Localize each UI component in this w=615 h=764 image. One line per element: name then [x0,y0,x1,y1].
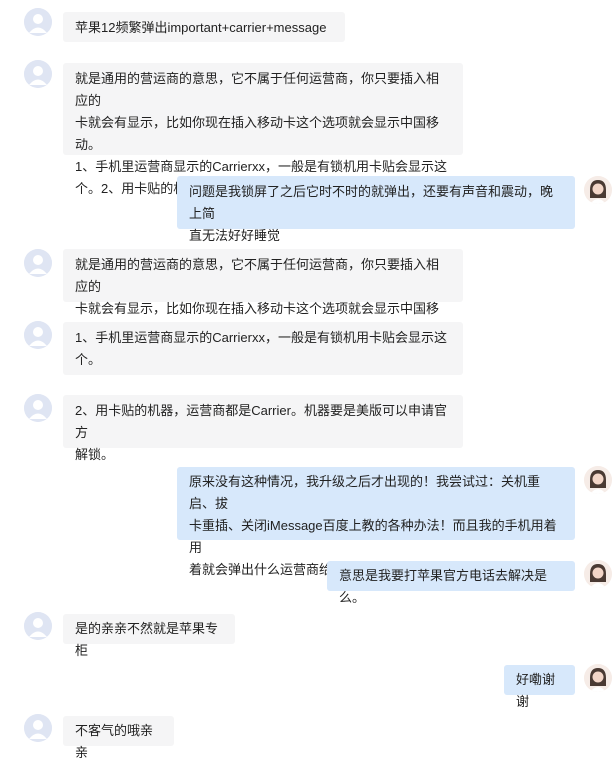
message-line: 原来没有这种情况，我升级之后才出现的！我尝试过：关机重启、拔 [189,474,541,511]
message-text: 是的亲亲不然就是苹果专柜 [75,621,219,658]
message-text: 好嘞谢谢 [516,672,556,709]
message-line: 卡重插、关闭iMessage百度上教的各种办法！而且我的手机用着用 [189,518,557,555]
message-bubble-user: 好嘞谢谢 [504,665,575,709]
message-line: 1、手机里运营商显示的Carrierxx，一般是有锁机用卡贴会显示这 [75,159,447,174]
chat-thread: 苹果12频繁弹出important+carrier+message 就是通用的营… [0,0,615,760]
user-avatar [584,176,612,204]
message-bubble-agent: 就是通用的营运商的意思，它不属于任何运营商，你只要插入相应的 卡就会有显示，比如… [63,63,463,196]
message-bubble-user: 意思是我要打苹果官方电话去解决是么。 [327,561,575,605]
message-line: 2、用卡贴的机器，运营商都是Carrier。机器要是美版可以申请官方 [75,403,447,440]
message-bubble-agent: 不客气的哦亲亲 [63,716,174,760]
agent-avatar [24,249,52,277]
message-text: 苹果12频繁弹出important+carrier+message [75,20,327,35]
message-line: 个。 [75,352,102,367]
agent-avatar [24,321,52,349]
message-bubble-agent: 1、手机里运营商显示的Carrierxx，一般是有锁机用卡贴会显示这 个。 [63,322,463,375]
user-avatar [584,466,612,494]
user-avatar [584,664,612,692]
message-line: 1、手机里运营商显示的Carrierxx，一般是有锁机用卡贴会显示这 [75,330,447,345]
message-bubble-agent: 2、用卡贴的机器，运营商都是Carrier。机器要是美版可以申请官方 解锁。 [63,395,463,462]
agent-avatar [24,394,52,422]
message-bubble-agent: 就是通用的营运商的意思，它不属于任何运营商，你只要插入相应的 卡就会有显示，比如… [63,249,463,338]
message-line: 直无法好好睡觉 [189,228,281,243]
user-avatar [584,560,612,588]
agent-avatar [24,8,52,36]
message-bubble-user: 问题是我锁屏了之后它时不时的就弹出，还要有声音和震动，晚上简 直无法好好睡觉 [177,176,575,243]
message-bubble-agent: 是的亲亲不然就是苹果专柜 [63,614,235,658]
message-text: 不客气的哦亲亲 [75,723,154,760]
message-line: 问题是我锁屏了之后它时不时的就弹出，还要有声音和震动，晚上简 [189,184,554,221]
message-text: 意思是我要打苹果官方电话去解决是么。 [339,568,548,605]
message-bubble-agent: 苹果12频繁弹出important+carrier+message [63,12,345,42]
message-line: 就是通用的营运商的意思，它不属于任何运营商，你只要插入相应的 [75,257,440,294]
message-line: 就是通用的营运商的意思，它不属于任何运营商，你只要插入相应的 [75,71,440,108]
agent-avatar [24,612,52,640]
message-line: 卡就会有显示，比如你现在插入移动卡这个选项就会显示中国移动。 [75,115,440,152]
agent-avatar [24,60,52,88]
message-line: 解锁。 [75,447,115,462]
agent-avatar [24,714,52,742]
message-bubble-user: 原来没有这种情况，我升级之后才出现的！我尝试过：关机重启、拔 卡重插、关闭iMe… [177,467,575,577]
